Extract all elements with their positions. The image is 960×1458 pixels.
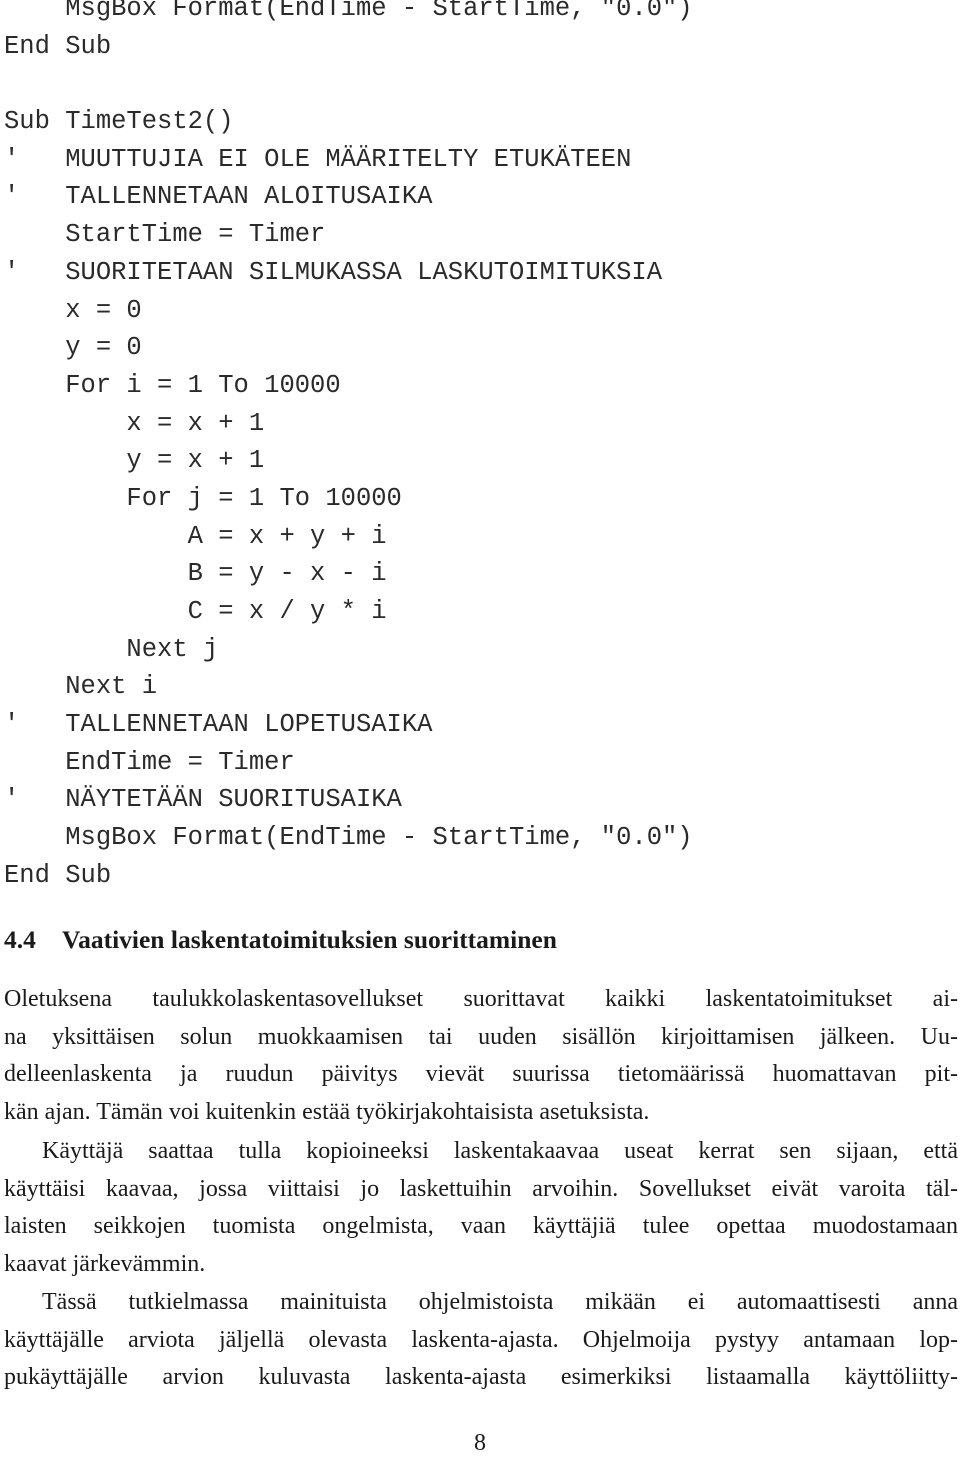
text-line: kaavat järkevämmin.: [4, 1251, 206, 1278]
page-number: 8: [474, 1430, 486, 1456]
text-line: Oletuksena taulukkolaskentasovellukset s…: [4, 986, 958, 1012]
code-line: A = x + y + i: [4, 521, 387, 551]
code-line: B = y - x - i: [4, 559, 387, 589]
text-line: pukäyttäjälle arvion kuluvasta laskenta-…: [4, 1364, 958, 1391]
code-comment-line: ′ TALLENNETAAN LOPETUSAIKA: [4, 710, 433, 740]
code-line: C = x / y * i: [4, 597, 387, 626]
text-line: käyttäjälle arviota jäljellä olevasta la…: [4, 1326, 958, 1353]
code-listing: MsgBox Format(EndTime - StartTime, "0.0"…: [4, 0, 693, 895]
code-line: x = x + 1: [4, 408, 265, 438]
code-line: x = 0: [4, 295, 142, 325]
section-number: 4.4: [4, 925, 36, 954]
code-line: For j = 1 To 10000: [4, 483, 402, 513]
code-comment-line: ′ NÄYTETÄÄN SUORITUSAIKA: [4, 785, 402, 815]
code-line: For i = 1 To 10000: [4, 370, 341, 400]
text-line: Tässä tutkielmassa mainituista ohjelmist…: [42, 1289, 958, 1315]
paragraph-1: Oletuksena taulukkolaskentasovellukset s…: [4, 981, 958, 1132]
section-heading: 4.4 Vaativien laskentatoimituksien suorit…: [4, 922, 557, 958]
code-line: EndTime = Timer: [4, 747, 295, 777]
text-line: laisten seikkojen tuomista ongelmista, v…: [4, 1213, 958, 1240]
code-comment-line: ′ MUUTTUJIA EI OLE MÄÄRITELTY ETUKÄTEEN: [4, 144, 632, 174]
paragraph-2: Käyttäjä saattaa tulla kopioineeksi lask…: [4, 1133, 958, 1284]
code-line: Next i: [4, 672, 158, 702]
code-line: End Sub: [4, 860, 112, 890]
code-line: MsgBox Format(EndTime - StartTime, "0.0"…: [4, 823, 693, 853]
code-line: y = x + 1: [4, 446, 265, 476]
code-line: Sub TimeTest2(): [4, 107, 234, 137]
paragraph-3: Tässä tutkielmassa mainituista ohjelmist…: [4, 1284, 958, 1397]
text-line: Käyttäjä saattaa tulla kopioineeksi lask…: [42, 1138, 958, 1164]
text-line: na yksittäisen solun muokkaamisen tai uu…: [4, 1023, 958, 1050]
code-line: MsgBox Format(EndTime - StartTime, "0.0"…: [4, 0, 693, 23]
section-title: Vaativien laskentatoimituksien suorittam…: [62, 925, 557, 954]
code-line: y = 0: [4, 333, 142, 363]
code-line: End Sub: [4, 31, 112, 61]
text-line: kän ajan. Tämän voi kuitenkin estää työk…: [4, 1099, 650, 1126]
text-line: delleenlaskenta ja ruudun päivitys vievä…: [4, 1061, 958, 1088]
text-line: käyttäisi kaavaa, jossa viittaisi jo las…: [4, 1175, 958, 1202]
code-comment-line: ′ TALLENNETAAN ALOITUSAIKA: [4, 182, 433, 212]
code-comment-line: ′ SUORITETAAN SILMUKASSA LASKUTOIMITUKSI…: [4, 257, 663, 287]
code-line: StartTime = Timer: [4, 220, 326, 250]
code-line: Next j: [4, 634, 219, 664]
